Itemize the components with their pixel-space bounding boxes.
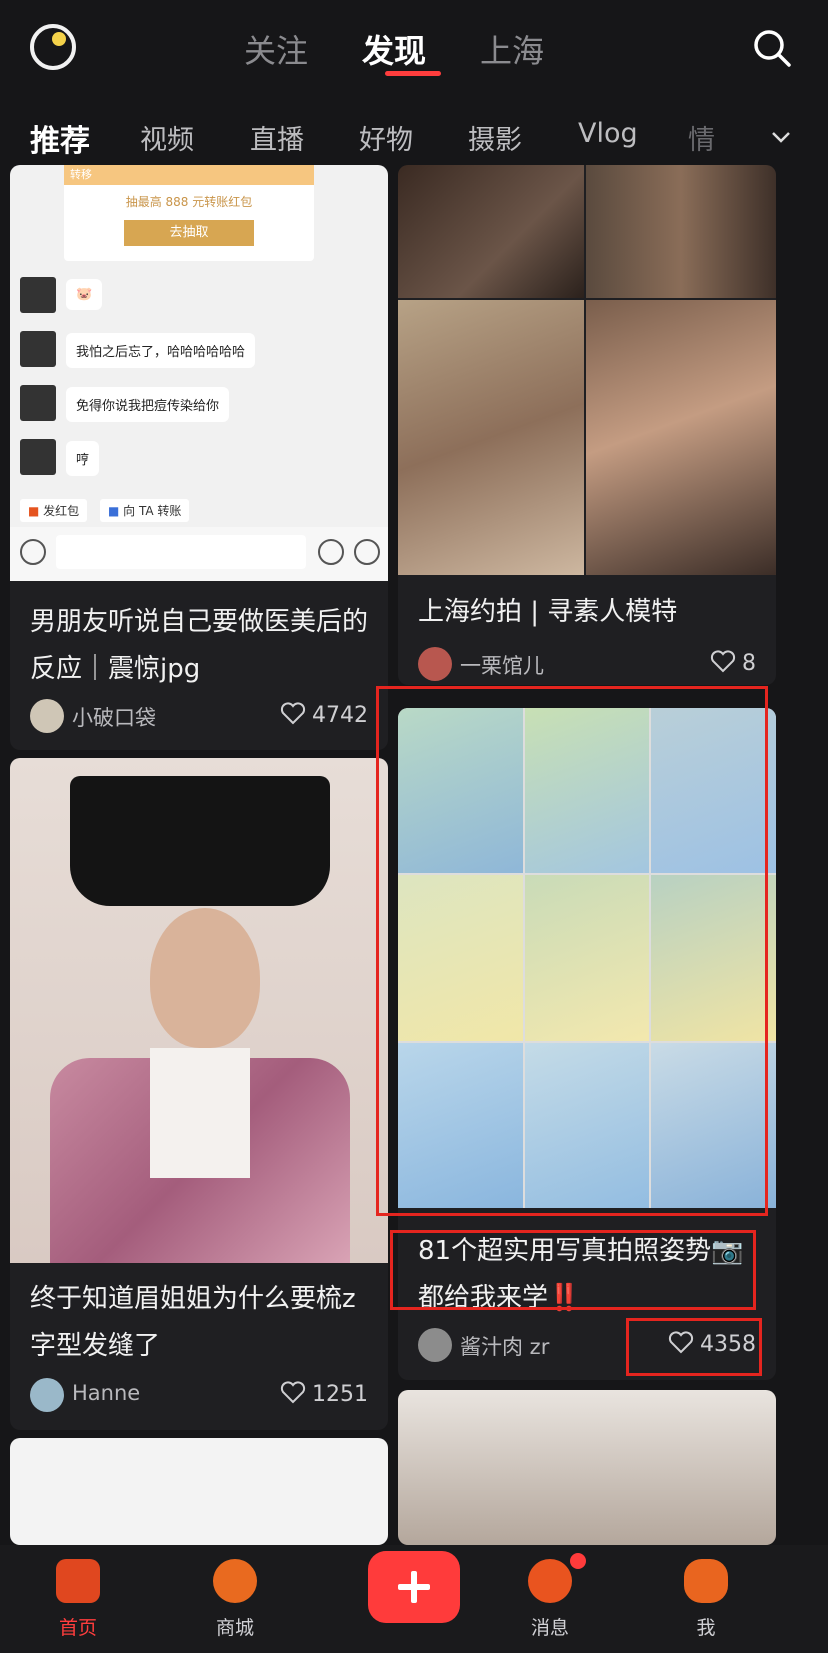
feed-card-2[interactable]: 上海约拍 | 寻素人模特 一栗馆儿 8	[398, 165, 776, 685]
nav-mall-label: 商城	[215, 1617, 254, 1639]
highlight-box-likes	[626, 1318, 762, 1376]
feed-card-3[interactable]: 终于知道眉姐姐为什么要梳z字型发缝了 Hanne 1251	[10, 758, 388, 1430]
card-image	[10, 758, 388, 1263]
top-nav: 关注 发现 上海	[0, 0, 828, 92]
card-image	[398, 165, 776, 575]
nav-mall[interactable]: 商城	[185, 1545, 285, 1640]
nav-messages-label: 消息	[530, 1617, 569, 1639]
messages-icon	[528, 1553, 586, 1603]
logo-icon[interactable]	[30, 24, 76, 70]
avatar	[30, 1378, 64, 1412]
chat-input	[56, 535, 306, 569]
transfer-chip: ■ 向 TA 转账	[100, 499, 190, 522]
chat-avatar	[20, 439, 56, 475]
nav-me-label: 我	[696, 1617, 716, 1639]
chat-avatar	[20, 277, 56, 313]
add-icon	[354, 539, 380, 565]
avatar	[418, 1328, 452, 1362]
card-title: 上海约拍 | 寻素人模特	[418, 597, 678, 627]
category-vlog[interactable]: Vlog	[578, 118, 638, 149]
chat-avatar	[20, 331, 56, 367]
banner-label: 转移	[64, 165, 314, 185]
category-recommend[interactable]: 推荐	[30, 116, 90, 160]
card-title: 终于知道眉姐姐为什么要梳z字型发缝了	[30, 1284, 356, 1361]
red-packet-banner: 转移 抽最高 888 元转账红包 去抽取	[64, 165, 314, 261]
card-title: 男朋友听说自己要做医美后的反应｜震惊jpg	[30, 607, 369, 684]
avatar	[418, 647, 452, 681]
banner-text: 抽最高 888 元转账红包	[125, 195, 253, 209]
author-name: 酱汁肉 zr	[460, 1335, 550, 1359]
mall-icon	[213, 1559, 257, 1603]
heart-icon	[280, 1381, 306, 1404]
tab-shanghai[interactable]: 上海	[480, 26, 544, 72]
category-photography[interactable]: 摄影	[468, 118, 522, 157]
heart-icon	[710, 650, 736, 673]
unread-dot	[570, 1553, 586, 1569]
tab-discover[interactable]: 发现	[362, 26, 426, 72]
nav-home-label: 首页	[58, 1617, 97, 1639]
home-icon	[56, 1559, 100, 1603]
chat-input-bar	[10, 527, 388, 581]
search-icon[interactable]	[752, 28, 792, 68]
category-bar: 推荐 视频 直播 好物 摄影 Vlog 情	[0, 92, 828, 172]
bottom-nav: 首页 商城 消息 我	[0, 1545, 828, 1653]
feed-card-5[interactable]	[10, 1438, 388, 1545]
nav-messages[interactable]: 消息	[500, 1545, 600, 1640]
feed-card-1[interactable]: 转移 抽最高 888 元转账红包 去抽取 🐷 我怕之后忘了，哈哈哈哈哈哈 免得你…	[10, 165, 388, 750]
category-emotion[interactable]: 情	[688, 118, 715, 157]
create-post-button[interactable]	[368, 1551, 460, 1623]
like-count[interactable]: 8	[710, 649, 756, 676]
nav-home[interactable]: 首页	[28, 1545, 128, 1640]
like-count[interactable]: 4742	[280, 701, 368, 728]
nav-me[interactable]: 我	[656, 1545, 756, 1640]
banner-button: 去抽取	[124, 220, 254, 246]
author-name: Hanne	[72, 1381, 141, 1405]
send-red-packet-chip: ■ 发红包	[20, 499, 88, 522]
author-name: 小破口袋	[72, 706, 156, 730]
chevron-down-icon[interactable]	[770, 126, 792, 148]
tab-follow[interactable]: 关注	[244, 26, 308, 72]
category-goods[interactable]: 好物	[359, 118, 413, 157]
chat-bubble: 免得你说我把痘传染给你	[66, 387, 230, 422]
highlight-box-image	[376, 686, 768, 1216]
heart-icon	[280, 702, 306, 725]
category-live[interactable]: 直播	[250, 118, 304, 157]
emoji-icon	[318, 539, 344, 565]
chat-bubble: 哼	[66, 441, 100, 476]
author-name: 一栗馆儿	[460, 654, 544, 678]
chat-bubble: 我怕之后忘了，哈哈哈哈哈哈	[66, 333, 256, 368]
card-image: 转移 抽最高 888 元转账红包 去抽取 🐷 我怕之后忘了，哈哈哈哈哈哈 免得你…	[10, 165, 388, 581]
feed-card-6[interactable]	[398, 1390, 776, 1545]
avatar	[30, 699, 64, 733]
category-video[interactable]: 视频	[140, 118, 194, 157]
chat-avatar	[20, 385, 56, 421]
voice-icon	[20, 539, 46, 565]
active-tab-indicator	[385, 71, 441, 76]
highlight-box-title	[390, 1230, 756, 1310]
chat-bubble: 🐷	[66, 279, 103, 310]
profile-icon	[684, 1559, 728, 1603]
like-count[interactable]: 1251	[280, 1380, 368, 1407]
